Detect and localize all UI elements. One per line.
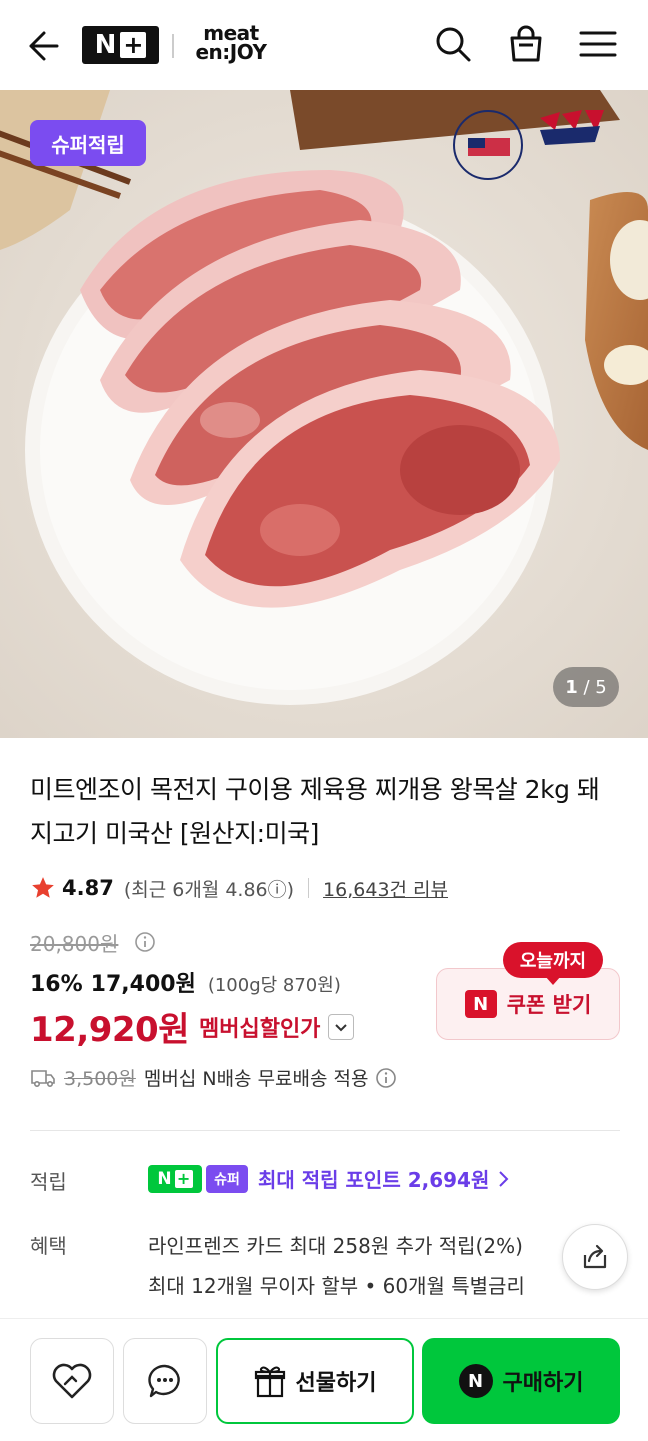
card-benefit-line[interactable]: 라인프렌즈 카드 최대 258원 추가 적립(2%) — [148, 1230, 523, 1259]
shipping-row: 3,500원 멤버십 N배송 무료배송 적용 — [30, 1064, 397, 1091]
recent-rating[interactable]: (최근 6개월 4.86ⓘ) — [124, 875, 294, 902]
today-tag-pointer — [545, 976, 561, 985]
top-header: N + meat en:JOY — [0, 0, 648, 90]
rating-row: 4.87 (최근 6개월 4.86ⓘ) 16,643건 리뷰 — [30, 872, 448, 904]
points-label: 적립 — [30, 1170, 67, 1194]
shipping-fee: 3,500원 — [64, 1068, 136, 1090]
member-price: 12,920원 — [30, 1010, 189, 1050]
coupon-button[interactable]: N 쿠폰 받기 — [436, 968, 620, 1040]
discount-row: 16% 17,400원 (100g당 870원) — [30, 966, 341, 998]
discount-percent: 16% — [30, 972, 83, 997]
chevron-right-icon — [499, 1170, 509, 1187]
rating-score: 4.87 — [62, 876, 114, 900]
product-photo — [0, 90, 648, 738]
unit-price: (100g당 870원) — [207, 975, 341, 996]
heart-icon — [52, 1363, 92, 1399]
np-badge-n: N — [157, 1168, 172, 1189]
counter-total: / 5 — [583, 676, 607, 698]
sale-price: 17,400원 — [90, 972, 196, 997]
chat-bubble-icon — [148, 1364, 180, 1398]
shopping-bag-icon[interactable] — [506, 24, 546, 64]
brand-line-2: en:JOY — [195, 40, 267, 64]
product-image-carousel[interactable]: 슈퍼적립 1 / 5 — [0, 90, 648, 738]
gift-label: 선물하기 — [295, 1371, 377, 1396]
review-count-link[interactable]: 16,643건 리뷰 — [323, 875, 448, 902]
info-icon[interactable] — [134, 931, 156, 953]
member-price-label: 멤버십할인가 — [198, 1016, 321, 1042]
naver-n-icon: N — [458, 1364, 493, 1398]
truck-icon — [31, 1069, 55, 1087]
info-icon[interactable] — [375, 1067, 397, 1089]
header-divider — [172, 34, 174, 58]
super-points-badge: 슈퍼적립 — [30, 120, 146, 166]
gift-button[interactable]: 선물하기 — [216, 1338, 414, 1424]
image-counter: 1 / 5 — [553, 667, 619, 707]
installment-benefit-line[interactable]: 최대 12개월 무이자 할부 • 60개월 특별금리 — [148, 1270, 525, 1299]
today-only-tag: 오늘까지 — [503, 942, 603, 978]
naver-plus-logo[interactable]: N + — [82, 26, 159, 64]
star-icon — [32, 877, 54, 898]
store-brand-logo[interactable]: meat en:JOY — [186, 23, 276, 64]
counter-current: 1 — [565, 676, 578, 698]
original-price: 20,800원 — [30, 932, 119, 956]
member-price-row: 12,920원 멤버십할인가 — [30, 1002, 355, 1051]
share-icon — [583, 1244, 607, 1269]
naver-plus-badge: N + — [148, 1164, 202, 1193]
gift-icon — [254, 1366, 285, 1398]
product-title: 미트엔조이 목전지 구이용 제육용 찌개용 왕목살 2kg 돼지고기 미국산 [… — [30, 775, 600, 848]
benefit-label: 혜택 — [30, 1234, 67, 1258]
np-logo-n: N — [94, 30, 117, 60]
chevron-down-icon[interactable] — [328, 1013, 355, 1040]
share-button[interactable] — [562, 1224, 628, 1290]
coupon-label: 쿠폰 받기 — [506, 993, 592, 1017]
np-badge-plus: + — [174, 1169, 193, 1188]
talk-button[interactable] — [123, 1338, 207, 1424]
back-arrow-icon[interactable] — [24, 27, 62, 65]
buy-label: 구매하기 — [502, 1371, 584, 1396]
search-icon[interactable] — [433, 24, 473, 64]
shipping-text: 멤버십 N배송 무료배송 적용 — [143, 1068, 369, 1090]
menu-icon[interactable] — [578, 24, 618, 64]
wishlist-button[interactable] — [30, 1338, 114, 1424]
np-logo-plus: + — [120, 32, 147, 58]
super-badge: 슈퍼 — [206, 1164, 248, 1193]
points-row[interactable]: N + 슈퍼 최대 적립 포인트 2,694원 — [148, 1164, 511, 1193]
naver-n-icon: N — [464, 990, 497, 1018]
rating-divider — [308, 878, 310, 898]
max-points-text: 최대 적립 포인트 2,694원 — [258, 1168, 490, 1192]
buy-button[interactable]: N 구매하기 — [422, 1338, 620, 1424]
section-divider — [30, 1130, 620, 1131]
